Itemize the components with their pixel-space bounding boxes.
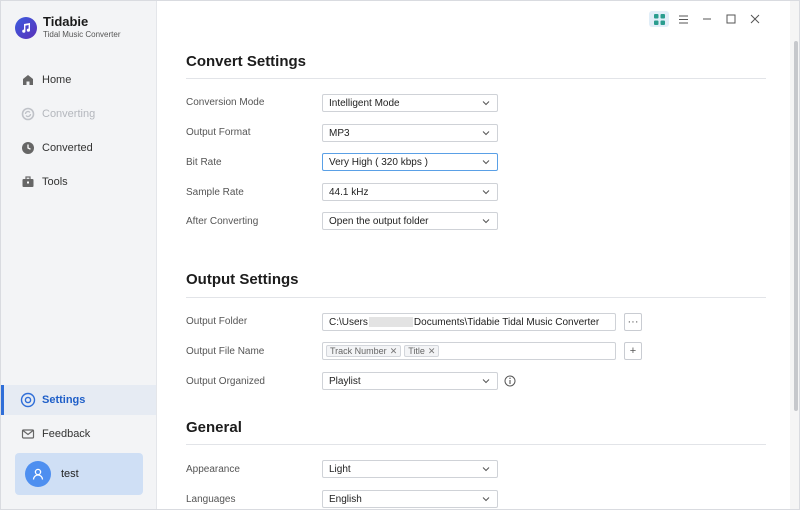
sample-rate-label: Sample Rate xyxy=(186,187,244,198)
tag-label: Track Number xyxy=(330,346,387,356)
redacted-username xyxy=(368,317,413,327)
after-converting-select[interactable]: Open the output folder xyxy=(322,212,498,230)
file-name-tag[interactable]: Track Number ✕ xyxy=(326,345,402,357)
select-value: English xyxy=(329,493,362,505)
select-value: Light xyxy=(329,463,351,475)
select-value: Playlist xyxy=(329,375,361,387)
folder-path-suffix: Documents\Tidabie Tidal Music Converter xyxy=(413,316,600,328)
remove-tag-icon[interactable]: ✕ xyxy=(428,346,436,357)
sidebar: Tidabie Tidal Music Converter Home Conve… xyxy=(1,1,157,509)
divider xyxy=(186,444,766,445)
remove-tag-icon[interactable]: ✕ xyxy=(390,346,398,357)
sidebar-item-label: Home xyxy=(42,74,72,86)
chevron-down-icon xyxy=(482,467,490,472)
appearance-select[interactable]: Light xyxy=(322,460,498,478)
sync-icon xyxy=(20,106,36,122)
languages-select[interactable]: English xyxy=(322,490,498,508)
settings-icon xyxy=(20,392,36,408)
chevron-down-icon xyxy=(482,131,490,136)
folder-path-prefix: C:\Users xyxy=(329,316,368,328)
conversion-mode-select[interactable]: Intelligent Mode xyxy=(322,94,498,112)
output-organized-label: Output Organized xyxy=(186,376,265,387)
avatar xyxy=(25,461,51,487)
mail-icon xyxy=(20,426,36,442)
user-card[interactable]: test xyxy=(15,453,143,495)
after-converting-label: After Converting xyxy=(186,216,259,227)
chevron-down-icon xyxy=(482,190,490,195)
brand: Tidabie Tidal Music Converter xyxy=(15,15,121,40)
languages-label: Languages xyxy=(186,494,236,505)
select-value: MP3 xyxy=(329,127,350,139)
chevron-down-icon xyxy=(482,497,490,502)
user-name: test xyxy=(61,468,79,480)
sidebar-item-converting[interactable]: Converting xyxy=(1,99,156,129)
toolbox-icon xyxy=(20,174,36,190)
file-name-tag[interactable]: Title ✕ xyxy=(404,345,440,357)
chevron-down-icon xyxy=(482,101,490,106)
select-value: Intelligent Mode xyxy=(329,97,400,109)
bit-rate-select[interactable]: Very High ( 320 kbps ) xyxy=(322,153,498,171)
output-format-label: Output Format xyxy=(186,127,251,138)
tag-label: Title xyxy=(408,346,425,356)
conversion-mode-label: Conversion Mode xyxy=(186,97,265,108)
sidebar-item-label: Settings xyxy=(42,394,86,406)
section-title-convert: Convert Settings xyxy=(186,53,307,70)
chevron-down-icon xyxy=(482,160,490,165)
browse-folder-button[interactable]: ··· xyxy=(624,313,642,331)
section-title-output: Output Settings xyxy=(186,271,299,288)
sidebar-item-label: Converted xyxy=(42,142,93,154)
app-subtitle: Tidal Music Converter xyxy=(43,30,121,39)
sidebar-item-label: Feedback xyxy=(42,428,91,440)
bit-rate-label: Bit Rate xyxy=(186,157,222,168)
sidebar-item-feedback[interactable]: Feedback xyxy=(1,419,156,449)
section-title-general: General xyxy=(186,419,242,436)
app-logo-icon xyxy=(15,16,37,39)
app-name: Tidabie xyxy=(43,14,89,29)
settings-panel: Convert Settings Conversion Mode Intelli… xyxy=(158,1,790,509)
scrollbar-thumb[interactable] xyxy=(794,41,798,411)
sidebar-item-label: Tools xyxy=(42,176,68,188)
app-window: Tidabie Tidal Music Converter Home Conve… xyxy=(0,0,800,510)
sidebar-item-tools[interactable]: Tools xyxy=(1,167,156,197)
appearance-label: Appearance xyxy=(186,464,240,475)
sample-rate-select[interactable]: 44.1 kHz xyxy=(322,183,498,201)
output-folder-label: Output Folder xyxy=(186,316,248,327)
home-icon xyxy=(20,72,36,88)
user-icon xyxy=(32,468,44,480)
output-file-name-label: Output File Name xyxy=(186,346,265,357)
sidebar-item-label: Converting xyxy=(42,108,96,120)
output-organized-select[interactable]: Playlist xyxy=(322,372,498,390)
sidebar-item-home[interactable]: Home xyxy=(1,65,156,95)
clock-icon xyxy=(20,140,36,156)
sidebar-item-settings[interactable]: Settings xyxy=(1,385,156,415)
output-folder-field[interactable]: C:\Users Documents\Tidabie Tidal Music C… xyxy=(322,313,616,331)
add-file-name-tag-button[interactable]: + xyxy=(624,342,642,360)
chevron-down-icon xyxy=(482,219,490,224)
select-value: Very High ( 320 kbps ) xyxy=(329,156,428,168)
select-value: 44.1 kHz xyxy=(329,186,369,198)
more-icon: ··· xyxy=(627,316,639,328)
divider xyxy=(186,297,766,298)
info-icon[interactable] xyxy=(504,375,516,387)
chevron-down-icon xyxy=(482,379,490,384)
plus-icon: + xyxy=(629,345,637,357)
sidebar-item-converted[interactable]: Converted xyxy=(1,133,156,163)
output-file-name-field[interactable]: Track Number ✕ Title ✕ xyxy=(322,342,616,360)
output-format-select[interactable]: MP3 xyxy=(322,124,498,142)
select-value: Open the output folder xyxy=(329,215,429,227)
divider xyxy=(186,78,766,79)
